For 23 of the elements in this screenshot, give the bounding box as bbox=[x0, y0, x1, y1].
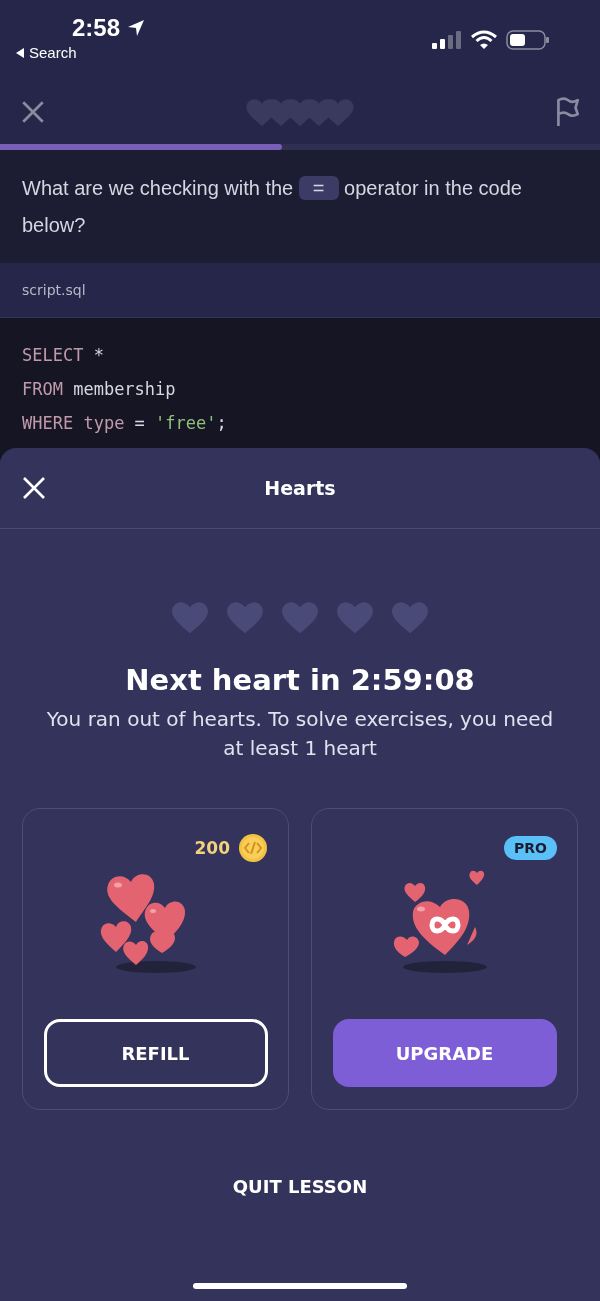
refill-button[interactable]: REFILL bbox=[43, 1019, 268, 1087]
code-line: SELECT * bbox=[22, 344, 105, 367]
back-triangle-icon bbox=[16, 47, 24, 58]
wifi-icon bbox=[470, 30, 498, 50]
location-arrow-icon bbox=[126, 18, 147, 38]
flag-button[interactable] bbox=[554, 97, 580, 127]
clock-time: 2:58 bbox=[72, 14, 121, 42]
battery-icon bbox=[506, 30, 550, 50]
code-line: FROM membership bbox=[22, 378, 177, 401]
sheet-title: Hearts bbox=[264, 477, 336, 499]
file-name: script.sql bbox=[22, 282, 86, 298]
price-text: 200 bbox=[194, 838, 230, 858]
quit-lesson-button[interactable]: QUIT LESSON bbox=[222, 1170, 378, 1203]
message-text: You ran out of hearts. To solve exercises, you need at least 1 heart bbox=[45, 706, 555, 762]
countdown-heading: Next heart in 2:59:08 bbox=[125, 663, 475, 697]
inline-code: = bbox=[298, 176, 339, 200]
upgrade-button[interactable]: UPGRADE bbox=[332, 1019, 557, 1087]
coin-icon bbox=[238, 833, 268, 863]
question-text: What are we checking with the = operator in the code below? bbox=[0, 150, 600, 263]
pro-badge: PRO bbox=[504, 836, 557, 860]
code-line: WHERE type = 'free'; bbox=[22, 412, 228, 435]
back-link[interactable]: Search bbox=[16, 44, 147, 61]
signal-icon bbox=[432, 30, 462, 50]
